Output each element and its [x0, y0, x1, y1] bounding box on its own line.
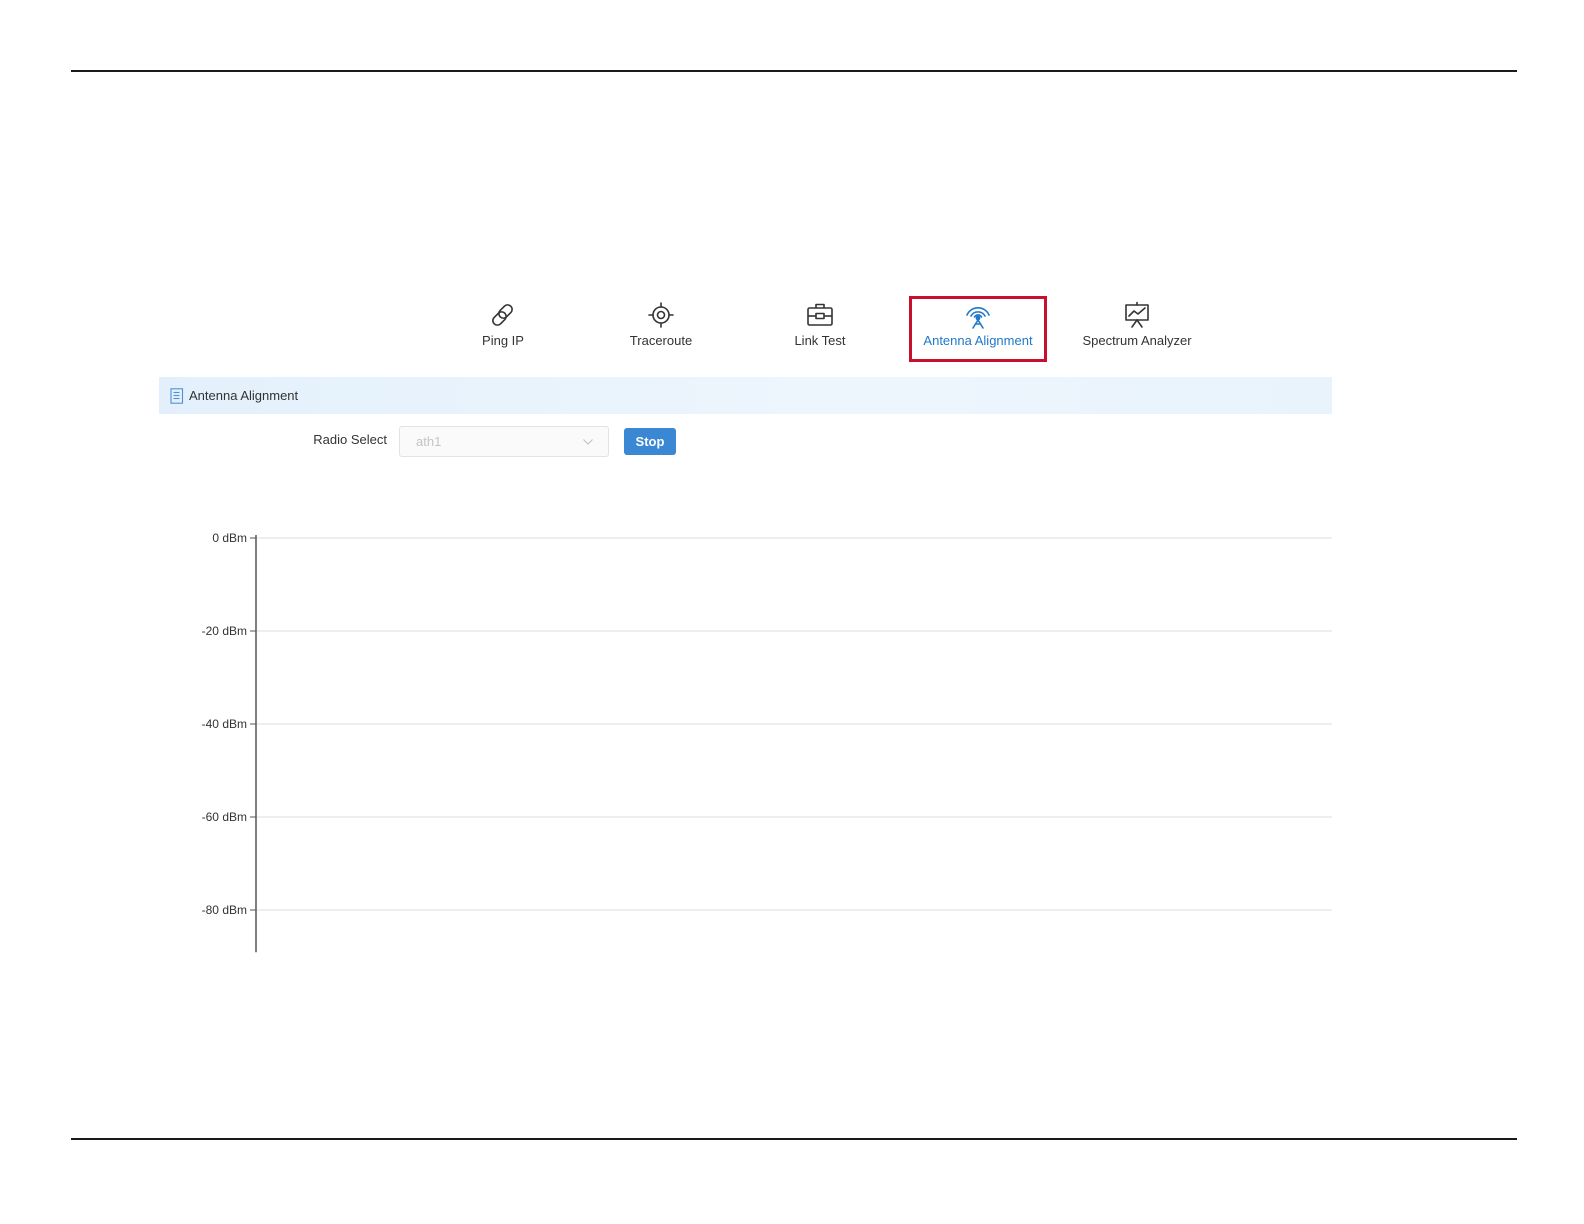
tab-antenna-alignment[interactable]: Antenna Alignment — [909, 296, 1047, 362]
tab-ping-ip-label: Ping IP — [482, 333, 524, 348]
tab-spectrum-analyzer-label: Spectrum Analyzer — [1082, 333, 1192, 348]
y-tick-label: -20 dBm — [202, 624, 247, 638]
panel-title: Antenna Alignment — [189, 388, 299, 403]
chart-grid — [256, 537, 1332, 911]
toolbox-icon — [807, 303, 833, 326]
document-icon — [170, 387, 184, 404]
radio-select-label: Radio Select — [313, 432, 387, 447]
radio-select-value: ath1 — [416, 434, 442, 449]
tab-antenna-alignment-label: Antenna Alignment — [923, 333, 1033, 348]
antenna-signal-icon — [966, 307, 990, 329]
radio-select-dropdown[interactable]: ath1 — [399, 426, 609, 457]
tab-traceroute[interactable]: Traceroute — [620, 296, 702, 362]
crosshair-icon — [648, 302, 674, 328]
tab-link-test[interactable]: Link Test — [785, 296, 855, 362]
presentation-chart-icon — [1125, 301, 1149, 328]
chevron-down-icon — [583, 438, 593, 445]
link-icon — [492, 304, 513, 326]
signal-chart: 0 dBm -20 dBm -40 dBm -60 dBm -80 dBm — [202, 531, 1332, 953]
y-tick-label: 0 dBm — [212, 531, 247, 545]
y-tick-label: -60 dBm — [202, 810, 247, 824]
tab-traceroute-label: Traceroute — [629, 333, 693, 348]
tab-spectrum-analyzer[interactable]: Spectrum Analyzer — [1077, 296, 1197, 362]
y-tick-label: -40 dBm — [202, 717, 247, 731]
tab-link-test-label: Link Test — [794, 333, 846, 348]
tab-ping-ip[interactable]: Ping IP — [465, 296, 541, 362]
stop-button[interactable]: Stop — [624, 428, 676, 455]
tool-tabs: Ping IP Traceroute Link Test Antenna Ali… — [0, 296, 1584, 362]
top-rule — [71, 70, 1517, 72]
bottom-rule — [71, 1138, 1517, 1140]
y-axis-ticks: 0 dBm -20 dBm -40 dBm -60 dBm -80 dBm — [202, 531, 256, 917]
panel-header: Antenna Alignment — [159, 377, 1332, 414]
y-tick-label: -80 dBm — [202, 903, 247, 917]
